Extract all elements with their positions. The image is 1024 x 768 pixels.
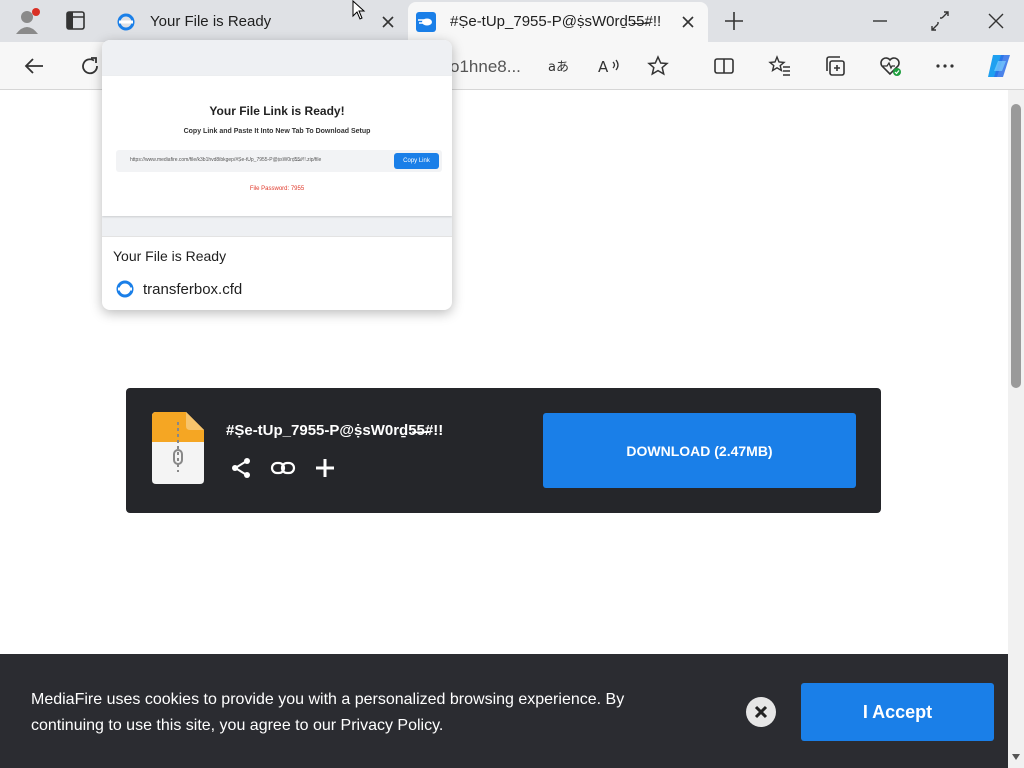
scrollbar-thumb[interactable] bbox=[1011, 104, 1021, 388]
copy-link-icon[interactable] bbox=[270, 456, 296, 480]
tab-setup-file[interactable]: #Ṣe-tUp_7955-P@ṩsW0rḏ5̶5̶#!! bbox=[408, 2, 708, 42]
share-icon[interactable] bbox=[229, 456, 253, 480]
tab-preview-thumbnail: Your File Link is Ready! Copy Link and P… bbox=[102, 40, 452, 236]
profile-avatar-icon[interactable] bbox=[12, 6, 42, 36]
transfer-icon bbox=[115, 279, 135, 299]
cookie-message: MediaFire uses cookies to provide you wi… bbox=[31, 691, 625, 734]
favorites-list-icon[interactable] bbox=[768, 54, 792, 78]
new-tab-plus-icon[interactable] bbox=[722, 9, 746, 33]
copilot-icon[interactable] bbox=[984, 51, 1014, 81]
scroll-down-arrow-icon[interactable] bbox=[1010, 750, 1022, 762]
preview-subheading: Copy Link and Paste It Into New Tab To D… bbox=[183, 128, 371, 135]
browser-essentials-icon[interactable] bbox=[878, 54, 902, 78]
preview-url-box: https://www.mediafire.com/file/k3b1hvd8i… bbox=[116, 150, 442, 172]
zip-file-icon bbox=[152, 412, 206, 484]
mediafire-icon bbox=[416, 12, 436, 32]
collections-icon[interactable] bbox=[823, 54, 847, 78]
preview-page: Your File Link is Ready! Copy Link and P… bbox=[102, 76, 452, 216]
favorite-star-icon[interactable] bbox=[646, 54, 670, 78]
download-panel: #Ṣe-tUp_7955-P@ṩsW0rḏ5̶5̶#!! DOWNLOAD (2… bbox=[126, 388, 881, 513]
download-button[interactable]: DOWNLOAD (2.47MB) bbox=[543, 413, 856, 488]
restore-down-icon[interactable] bbox=[924, 6, 956, 36]
svg-text:A: A bbox=[598, 58, 609, 76]
address-bar-url[interactable]: o1hne8... bbox=[450, 57, 521, 77]
tab-title: Your File is Ready bbox=[150, 13, 272, 30]
hover-card-domain: transferbox.cfd bbox=[143, 281, 243, 298]
tab-strip: Your File is Ready #Ṣe-tUp_7955-P@ṩsW0rḏ… bbox=[0, 0, 1024, 42]
close-tab-icon[interactable] bbox=[378, 12, 398, 32]
split-screen-icon[interactable] bbox=[712, 54, 736, 78]
preview-url: https://www.mediafire.com/file/k3b1hvd8i… bbox=[130, 157, 322, 163]
add-icon[interactable] bbox=[313, 456, 337, 480]
download-file-name: #Ṣe-tUp_7955-P@ṩsW0rḏ5̶5̶#!! bbox=[226, 422, 444, 439]
divider bbox=[102, 236, 452, 237]
minimize-icon[interactable] bbox=[864, 6, 896, 36]
close-banner-icon[interactable] bbox=[746, 697, 776, 727]
refresh-icon[interactable] bbox=[78, 54, 102, 78]
more-menu-icon[interactable] bbox=[933, 54, 957, 78]
tab-actions-icon[interactable] bbox=[60, 9, 90, 33]
back-arrow-icon[interactable] bbox=[22, 54, 46, 78]
transfer-icon bbox=[116, 12, 136, 32]
preview-heading: Your File Link is Ready! bbox=[209, 104, 345, 118]
tab-hover-card: Your File Link is Ready! Copy Link and P… bbox=[102, 40, 452, 310]
preview-copy-button: Copy Link bbox=[394, 153, 439, 169]
translate-icon[interactable]: aあ bbox=[547, 54, 571, 78]
tab-title: #Ṣe-tUp_7955-P@ṩsW0rḏ5̶5̶#!! bbox=[450, 13, 662, 30]
accept-cookies-button[interactable]: I Accept bbox=[801, 683, 994, 741]
close-tab-icon[interactable] bbox=[678, 12, 698, 32]
preview-password: File Password: 7955 bbox=[249, 186, 305, 192]
mouse-cursor-icon bbox=[352, 0, 366, 20]
hover-card-title: Your File is Ready bbox=[113, 248, 227, 264]
close-window-icon[interactable] bbox=[980, 6, 1012, 36]
read-aloud-icon[interactable]: A bbox=[597, 54, 621, 78]
cookie-banner: MediaFire uses cookies to provide you wi… bbox=[0, 654, 1008, 768]
svg-text:aあ: aあ bbox=[548, 60, 569, 75]
